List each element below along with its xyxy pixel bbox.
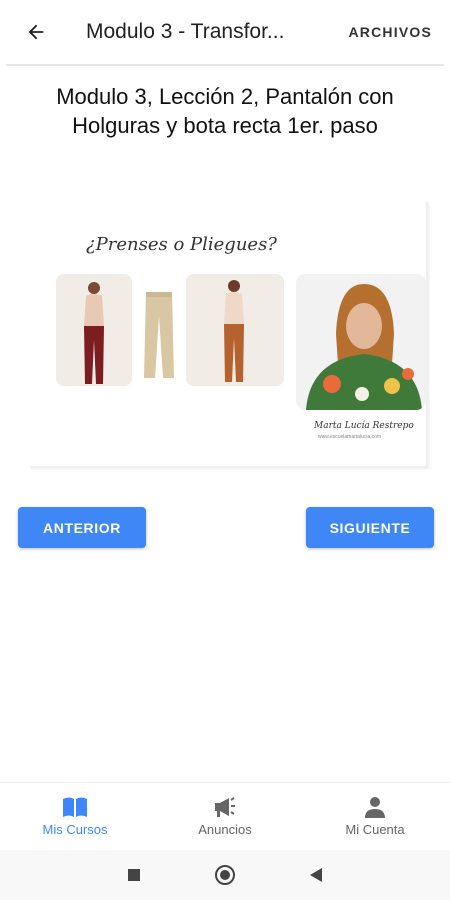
trousers-photo-beige	[134, 274, 184, 386]
lesson-video[interactable]: ¿Prenses o Pliegues? Marta Lucía Restrep…	[30, 202, 428, 468]
system-navigation-bar	[0, 850, 450, 900]
back-button[interactable]	[0, 0, 72, 64]
outfit-photo-burgundy	[56, 274, 132, 386]
lesson-title: Modulo 3, Lección 2, Pantalón con Holgur…	[56, 84, 394, 138]
recent-apps-icon[interactable]	[127, 868, 141, 882]
app-bar: Modulo 3 - Transfor... ARCHIVOS	[0, 0, 450, 64]
next-button[interactable]: SIGUIENTE	[306, 507, 434, 548]
app-bar-divider	[6, 64, 444, 66]
arrow-left-icon	[28, 24, 44, 40]
home-icon[interactable]	[214, 864, 236, 886]
nav-item-anuncios[interactable]: Anuncios	[150, 783, 300, 850]
previous-button[interactable]: ANTERIOR	[18, 507, 146, 548]
video-caption: ¿Prenses o Pliegues?	[86, 234, 277, 255]
archivos-button[interactable]: ARCHIVOS	[337, 24, 450, 40]
megaphone-icon	[215, 797, 235, 817]
back-triangle-icon[interactable]	[309, 867, 323, 883]
presenter-signature: Marta Lucía Restrepo	[314, 421, 414, 431]
presenter-portrait	[296, 274, 426, 410]
nav-item-mis-cursos[interactable]: Mis Cursos	[0, 783, 150, 850]
outfit-photo-rust	[186, 274, 284, 386]
bottom-navigation: Mis Cursos Anuncios Mi Cuenta	[0, 782, 450, 850]
nav-item-mi-cuenta[interactable]: Mi Cuenta	[300, 783, 450, 850]
book-icon	[63, 797, 87, 817]
app-bar-title: Modulo 3 - Transfor...	[86, 20, 285, 43]
nav-label-mi-cuenta: Mi Cuenta	[345, 822, 405, 837]
presenter-website: www.escuelamartalucia.com	[318, 434, 382, 440]
nav-label-anuncios: Anuncios	[198, 822, 252, 837]
nav-label-mis-cursos: Mis Cursos	[42, 822, 108, 837]
person-icon	[365, 797, 385, 818]
